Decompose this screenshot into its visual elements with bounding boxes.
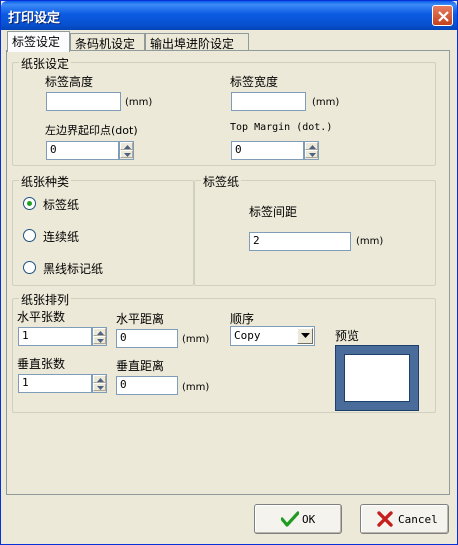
paper-type-legend: 纸张种类 (19, 173, 72, 190)
title-bar[interactable]: 打印设定 (1, 1, 457, 30)
paper-type-group: 纸张种类 标签纸 连续纸 黑线标记纸 (12, 173, 194, 286)
checkmark-icon (281, 511, 299, 527)
order-select[interactable]: Copy (230, 326, 315, 346)
window-title: 打印设定 (8, 11, 61, 26)
vertical-count-input[interactable]: 1 (18, 374, 92, 393)
order-dropdown-button[interactable] (297, 328, 313, 344)
vertical-count-label: 垂直张数 (17, 357, 66, 371)
label-gap-input[interactable]: 2 (249, 232, 351, 251)
radio-label-paper[interactable] (23, 197, 36, 210)
arrow-up-icon (309, 145, 316, 149)
horizontal-count-up-button[interactable] (93, 328, 106, 336)
tab-panel-body: 纸张设定 标签高度 (mm) 标签宽度 (mm) 左边界起印点(dot) 0 T… (7, 51, 449, 494)
tab-printer-settings[interactable]: 条码机设定 (70, 33, 145, 51)
ok-button[interactable]: OK (254, 504, 342, 534)
paper-settings-group: 纸张设定 标签高度 (mm) 标签宽度 (mm) 左边界起印点(dot) 0 T… (12, 55, 436, 166)
label-width-input[interactable] (231, 92, 306, 111)
chevron-down-icon (301, 333, 310, 338)
top-margin-up-button[interactable] (305, 142, 318, 150)
preview-page (344, 354, 410, 402)
label-gap-label: 标签间距 (249, 205, 298, 219)
tab-panel: 纸张设定 标签高度 (mm) 标签宽度 (mm) 左边界起印点(dot) 0 T… (6, 50, 450, 495)
top-margin-down-button[interactable] (305, 150, 318, 158)
label-height-unit: (mm) (125, 97, 153, 108)
print-settings-dialog: 打印设定 标签设定 条码机设定 输出埠进阶设定 纸张设定 标签高度 (mm) 标… (0, 0, 458, 545)
left-margin-down-button[interactable] (120, 150, 133, 158)
arrow-up-icon (97, 331, 104, 335)
label-width-unit: (mm) (312, 97, 340, 108)
paper-arrangement-group: 纸张排列 水平张数 1 水平距离 0 (mm) 顺序 Copy 预览 垂直张数 … (12, 291, 436, 413)
arrow-down-icon (309, 153, 316, 157)
top-margin-label: Top Margin (dot.) (230, 122, 333, 133)
left-margin-stepper[interactable] (119, 141, 134, 160)
horizontal-count-label: 水平张数 (17, 310, 66, 324)
close-icon (438, 11, 449, 22)
cancel-button[interactable]: Cancel (360, 504, 449, 534)
label-width-label: 标签宽度 (230, 75, 279, 89)
preview-frame (335, 345, 419, 411)
vertical-distance-input[interactable]: 0 (116, 376, 178, 395)
radio-black-mark-paper[interactable] (23, 261, 36, 274)
top-margin-stepper[interactable] (304, 141, 319, 160)
radio-continuous-paper-text[interactable]: 连续纸 (43, 228, 79, 245)
top-margin-input[interactable]: 0 (231, 141, 304, 160)
vertical-count-up-button[interactable] (93, 375, 106, 383)
radio-selected-dot (27, 201, 32, 206)
horizontal-distance-label: 水平距离 (116, 312, 165, 326)
tab-label-settings[interactable]: 标签设定 (7, 31, 70, 52)
arrow-up-icon (124, 145, 131, 149)
left-margin-label: 左边界起印点(dot) (45, 124, 138, 137)
order-select-value: Copy (234, 329, 261, 342)
arrow-down-icon (97, 339, 104, 343)
cancel-button-label: Cancel (398, 513, 438, 526)
order-label: 顺序 (230, 312, 255, 326)
tab-port-advanced-settings[interactable]: 输出埠进阶设定 (145, 33, 249, 51)
label-height-label: 标签高度 (45, 75, 94, 89)
label-paper-group: 标签纸 标签间距 2 (mm) (194, 173, 436, 286)
horizontal-count-stepper[interactable] (92, 327, 107, 346)
radio-black-mark-paper-text[interactable]: 黑线标记纸 (43, 260, 103, 277)
preview-label: 预览 (335, 329, 360, 343)
paper-arrangement-legend: 纸张排列 (19, 291, 72, 308)
vertical-distance-label: 垂直距离 (116, 359, 165, 373)
label-gap-unit: (mm) (356, 236, 384, 247)
left-margin-up-button[interactable] (120, 142, 133, 150)
radio-label-paper-text[interactable]: 标签纸 (43, 196, 79, 213)
vertical-count-stepper[interactable] (92, 374, 107, 393)
horizontal-count-down-button[interactable] (93, 336, 106, 344)
left-margin-input[interactable]: 0 (46, 141, 119, 160)
horizontal-distance-unit: (mm) (182, 334, 210, 345)
horizontal-count-input[interactable]: 1 (18, 327, 92, 346)
arrow-down-icon (124, 153, 131, 157)
ok-button-label: OK (302, 513, 316, 526)
arrow-up-icon (97, 378, 104, 382)
label-height-input[interactable] (46, 92, 121, 111)
vertical-distance-unit: (mm) (182, 382, 210, 393)
close-button[interactable] (432, 5, 453, 26)
x-icon (377, 511, 393, 527)
vertical-count-down-button[interactable] (93, 383, 106, 391)
paper-settings-legend: 纸张设定 (19, 55, 72, 72)
radio-continuous-paper[interactable] (23, 229, 36, 242)
horizontal-distance-input[interactable]: 0 (116, 329, 178, 348)
label-paper-legend: 标签纸 (201, 173, 242, 190)
arrow-down-icon (97, 386, 104, 390)
